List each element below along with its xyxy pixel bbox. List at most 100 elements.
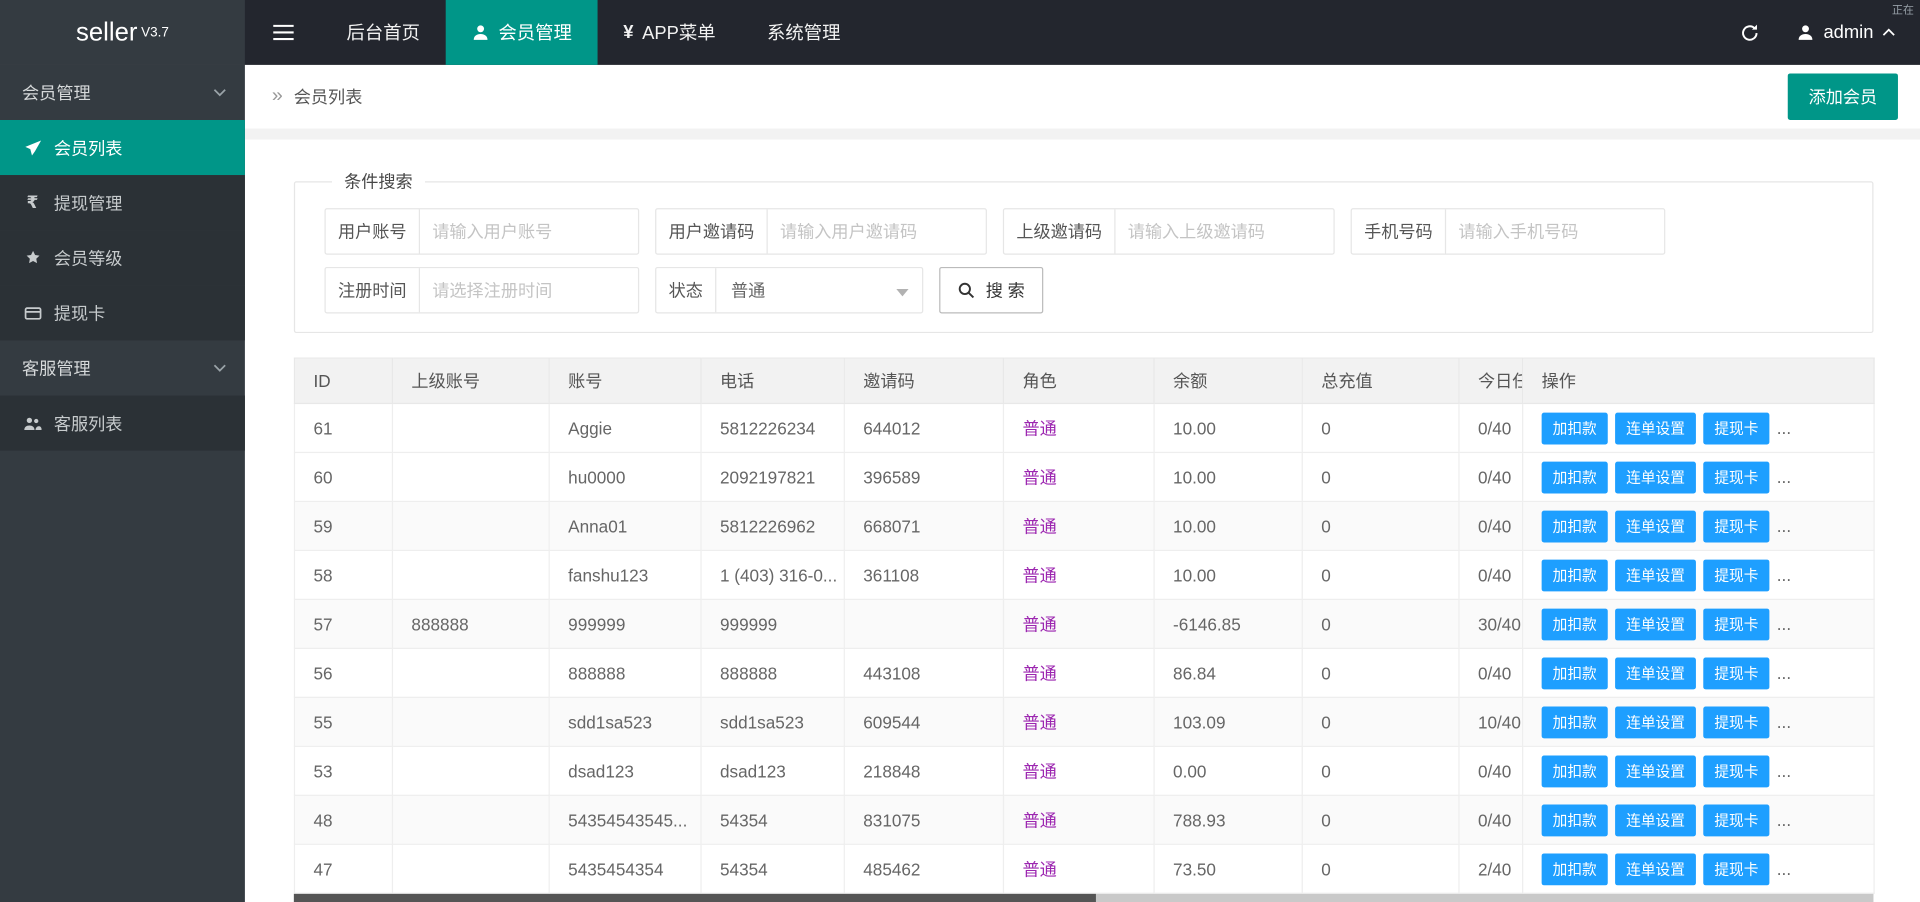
field-input[interactable]	[1446, 209, 1664, 253]
column-header: 账号	[549, 358, 701, 403]
cell-total-recharge: 0	[1302, 501, 1459, 550]
field-input[interactable]	[420, 209, 638, 253]
sidebar-item-label: 提现管理	[54, 190, 123, 214]
nav-tab[interactable]: 系统管理	[741, 0, 866, 65]
combo-order-settings-button[interactable]: 连单设置	[1615, 510, 1696, 542]
nav-tab[interactable]: 后台首页	[321, 0, 446, 65]
combo-order-settings-button[interactable]: 连单设置	[1615, 657, 1696, 689]
cell-balance: 10.00	[1154, 550, 1302, 599]
add-deduct-button[interactable]: 加扣款	[1542, 608, 1608, 640]
sidebar-item[interactable]: 会员列表	[0, 120, 245, 175]
more-actions[interactable]: ...	[1777, 564, 1791, 584]
add-member-button[interactable]: 添加会员	[1788, 73, 1898, 120]
refresh-button[interactable]	[1716, 23, 1785, 43]
cell-balance: 0.00	[1154, 746, 1302, 795]
column-header: ID	[294, 358, 392, 403]
cell-total-recharge: 0	[1302, 550, 1459, 599]
role-badge[interactable]: 普通	[1022, 614, 1056, 634]
cell-role: 普通	[1003, 452, 1154, 501]
nav-tab-label: 系统管理	[767, 20, 840, 46]
withdraw-card-button[interactable]: 提现卡	[1703, 608, 1769, 640]
combo-order-settings-button[interactable]: 连单设置	[1615, 804, 1696, 836]
combo-order-settings-button[interactable]: 连单设置	[1615, 461, 1696, 493]
cell-total-recharge: 0	[1302, 599, 1459, 648]
cell-invite-code	[844, 599, 1003, 648]
more-actions[interactable]: ...	[1777, 613, 1791, 633]
sidebar-item[interactable]: 客服列表	[0, 396, 245, 451]
table-row: 61Aggie5812226234644012普通10.0000/40加扣款连单…	[294, 403, 1874, 452]
sidebar-item[interactable]: ₹提现管理	[0, 175, 245, 230]
more-actions[interactable]: ...	[1777, 711, 1791, 731]
withdraw-card-button[interactable]: 提现卡	[1703, 853, 1769, 885]
withdraw-card-button[interactable]: 提现卡	[1703, 559, 1769, 591]
withdraw-card-button[interactable]: 提现卡	[1703, 804, 1769, 836]
role-badge[interactable]: 普通	[1022, 663, 1056, 683]
role-badge[interactable]: 普通	[1022, 761, 1056, 781]
nav-tab[interactable]: ¥APP菜单	[598, 0, 742, 65]
combo-order-settings-button[interactable]: 连单设置	[1615, 559, 1696, 591]
add-deduct-button[interactable]: 加扣款	[1542, 510, 1608, 542]
sidebar-item-label: 客服管理	[22, 356, 91, 380]
combo-order-settings-button[interactable]: 连单设置	[1615, 706, 1696, 738]
horizontal-scrollbar[interactable]	[294, 894, 1874, 902]
combo-order-settings-button[interactable]: 连单设置	[1615, 608, 1696, 640]
cell-parent-account	[392, 501, 549, 550]
cell-today-task: 0/40	[1459, 550, 1523, 599]
cell-today-task: 0/40	[1459, 501, 1523, 550]
add-deduct-button[interactable]: 加扣款	[1542, 461, 1608, 493]
add-deduct-button[interactable]: 加扣款	[1542, 559, 1608, 591]
withdraw-card-button[interactable]: 提现卡	[1703, 510, 1769, 542]
cell-actions: 加扣款连单设置提现卡...	[1523, 795, 1874, 844]
more-actions[interactable]: ...	[1777, 418, 1791, 438]
role-badge[interactable]: 普通	[1022, 565, 1056, 585]
cell-balance: -6146.85	[1154, 599, 1302, 648]
role-badge[interactable]: 普通	[1022, 712, 1056, 732]
more-actions[interactable]: ...	[1777, 809, 1791, 829]
add-deduct-button[interactable]: 加扣款	[1542, 755, 1608, 787]
content-card: 条件搜索 用户账号用户邀请码上级邀请码手机号码 注册时间状态普通搜 索 ID上级…	[294, 140, 1874, 902]
add-deduct-button[interactable]: 加扣款	[1542, 853, 1608, 885]
user-menu[interactable]: admin	[1784, 22, 1920, 43]
role-badge[interactable]: 普通	[1022, 516, 1056, 536]
role-badge[interactable]: 普通	[1022, 859, 1056, 879]
nav-tab-label: APP菜单	[642, 20, 715, 46]
add-deduct-button[interactable]: 加扣款	[1542, 412, 1608, 444]
nav-tab[interactable]: 会员管理	[446, 0, 598, 65]
sidebar-group[interactable]: 客服管理	[0, 340, 245, 395]
sidebar-group[interactable]: 会员管理	[0, 65, 245, 120]
field-input[interactable]	[420, 268, 638, 312]
more-actions[interactable]: ...	[1777, 467, 1791, 487]
role-badge[interactable]: 普通	[1022, 467, 1056, 487]
add-deduct-button[interactable]: 加扣款	[1542, 804, 1608, 836]
combo-order-settings-button[interactable]: 连单设置	[1615, 412, 1696, 444]
sidebar-item[interactable]: 提现卡	[0, 285, 245, 340]
withdraw-card-button[interactable]: 提现卡	[1703, 412, 1769, 444]
scrollbar-thumb[interactable]	[294, 894, 1096, 902]
add-deduct-button[interactable]: 加扣款	[1542, 657, 1608, 689]
sidebar-item[interactable]: 会员等级	[0, 230, 245, 285]
add-deduct-button[interactable]: 加扣款	[1542, 706, 1608, 738]
withdraw-card-button[interactable]: 提现卡	[1703, 461, 1769, 493]
field-input[interactable]	[1116, 209, 1334, 253]
cell-balance: 73.50	[1154, 844, 1302, 893]
role-badge[interactable]: 普通	[1022, 418, 1056, 438]
field-input[interactable]	[768, 209, 986, 253]
withdraw-card-button[interactable]: 提现卡	[1703, 657, 1769, 689]
combo-order-settings-button[interactable]: 连单设置	[1615, 853, 1696, 885]
more-actions[interactable]: ...	[1777, 760, 1791, 780]
combo-order-settings-button[interactable]: 连单设置	[1615, 755, 1696, 787]
role-badge[interactable]: 普通	[1022, 810, 1056, 830]
withdraw-card-button[interactable]: 提现卡	[1703, 706, 1769, 738]
cell-invite-code: 361108	[844, 550, 1003, 599]
cell-role: 普通	[1003, 648, 1154, 697]
cell-balance: 103.09	[1154, 697, 1302, 746]
more-actions[interactable]: ...	[1777, 858, 1791, 878]
brand[interactable]: seller V3.7	[0, 0, 245, 65]
more-actions[interactable]: ...	[1777, 662, 1791, 682]
column-header: 电话	[701, 358, 844, 403]
withdraw-card-button[interactable]: 提现卡	[1703, 755, 1769, 787]
more-actions[interactable]: ...	[1777, 516, 1791, 536]
status-select[interactable]: 普通	[716, 268, 922, 312]
search-button[interactable]: 搜 索	[939, 267, 1043, 314]
hamburger-icon[interactable]	[245, 0, 321, 65]
